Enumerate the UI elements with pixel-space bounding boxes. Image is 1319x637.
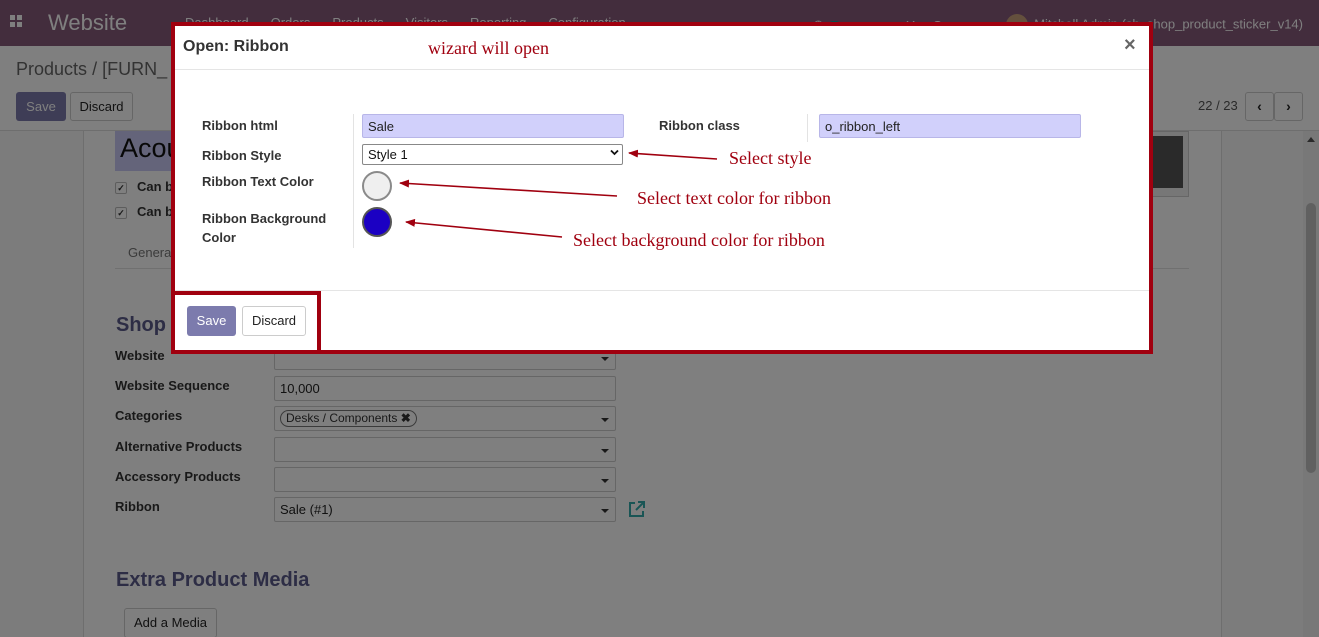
arrow-to-text-color bbox=[399, 179, 618, 197]
dialog-save-button[interactable]: Save bbox=[187, 306, 236, 336]
arrow-to-bg-color bbox=[405, 218, 563, 238]
arrow-to-style bbox=[628, 149, 718, 160]
ribbon-dialog: Open: Ribbon × wizard will open Ribbon h… bbox=[171, 22, 1153, 354]
dialog-footer bbox=[175, 290, 1149, 350]
dialog-discard-button[interactable]: Discard bbox=[242, 306, 306, 336]
